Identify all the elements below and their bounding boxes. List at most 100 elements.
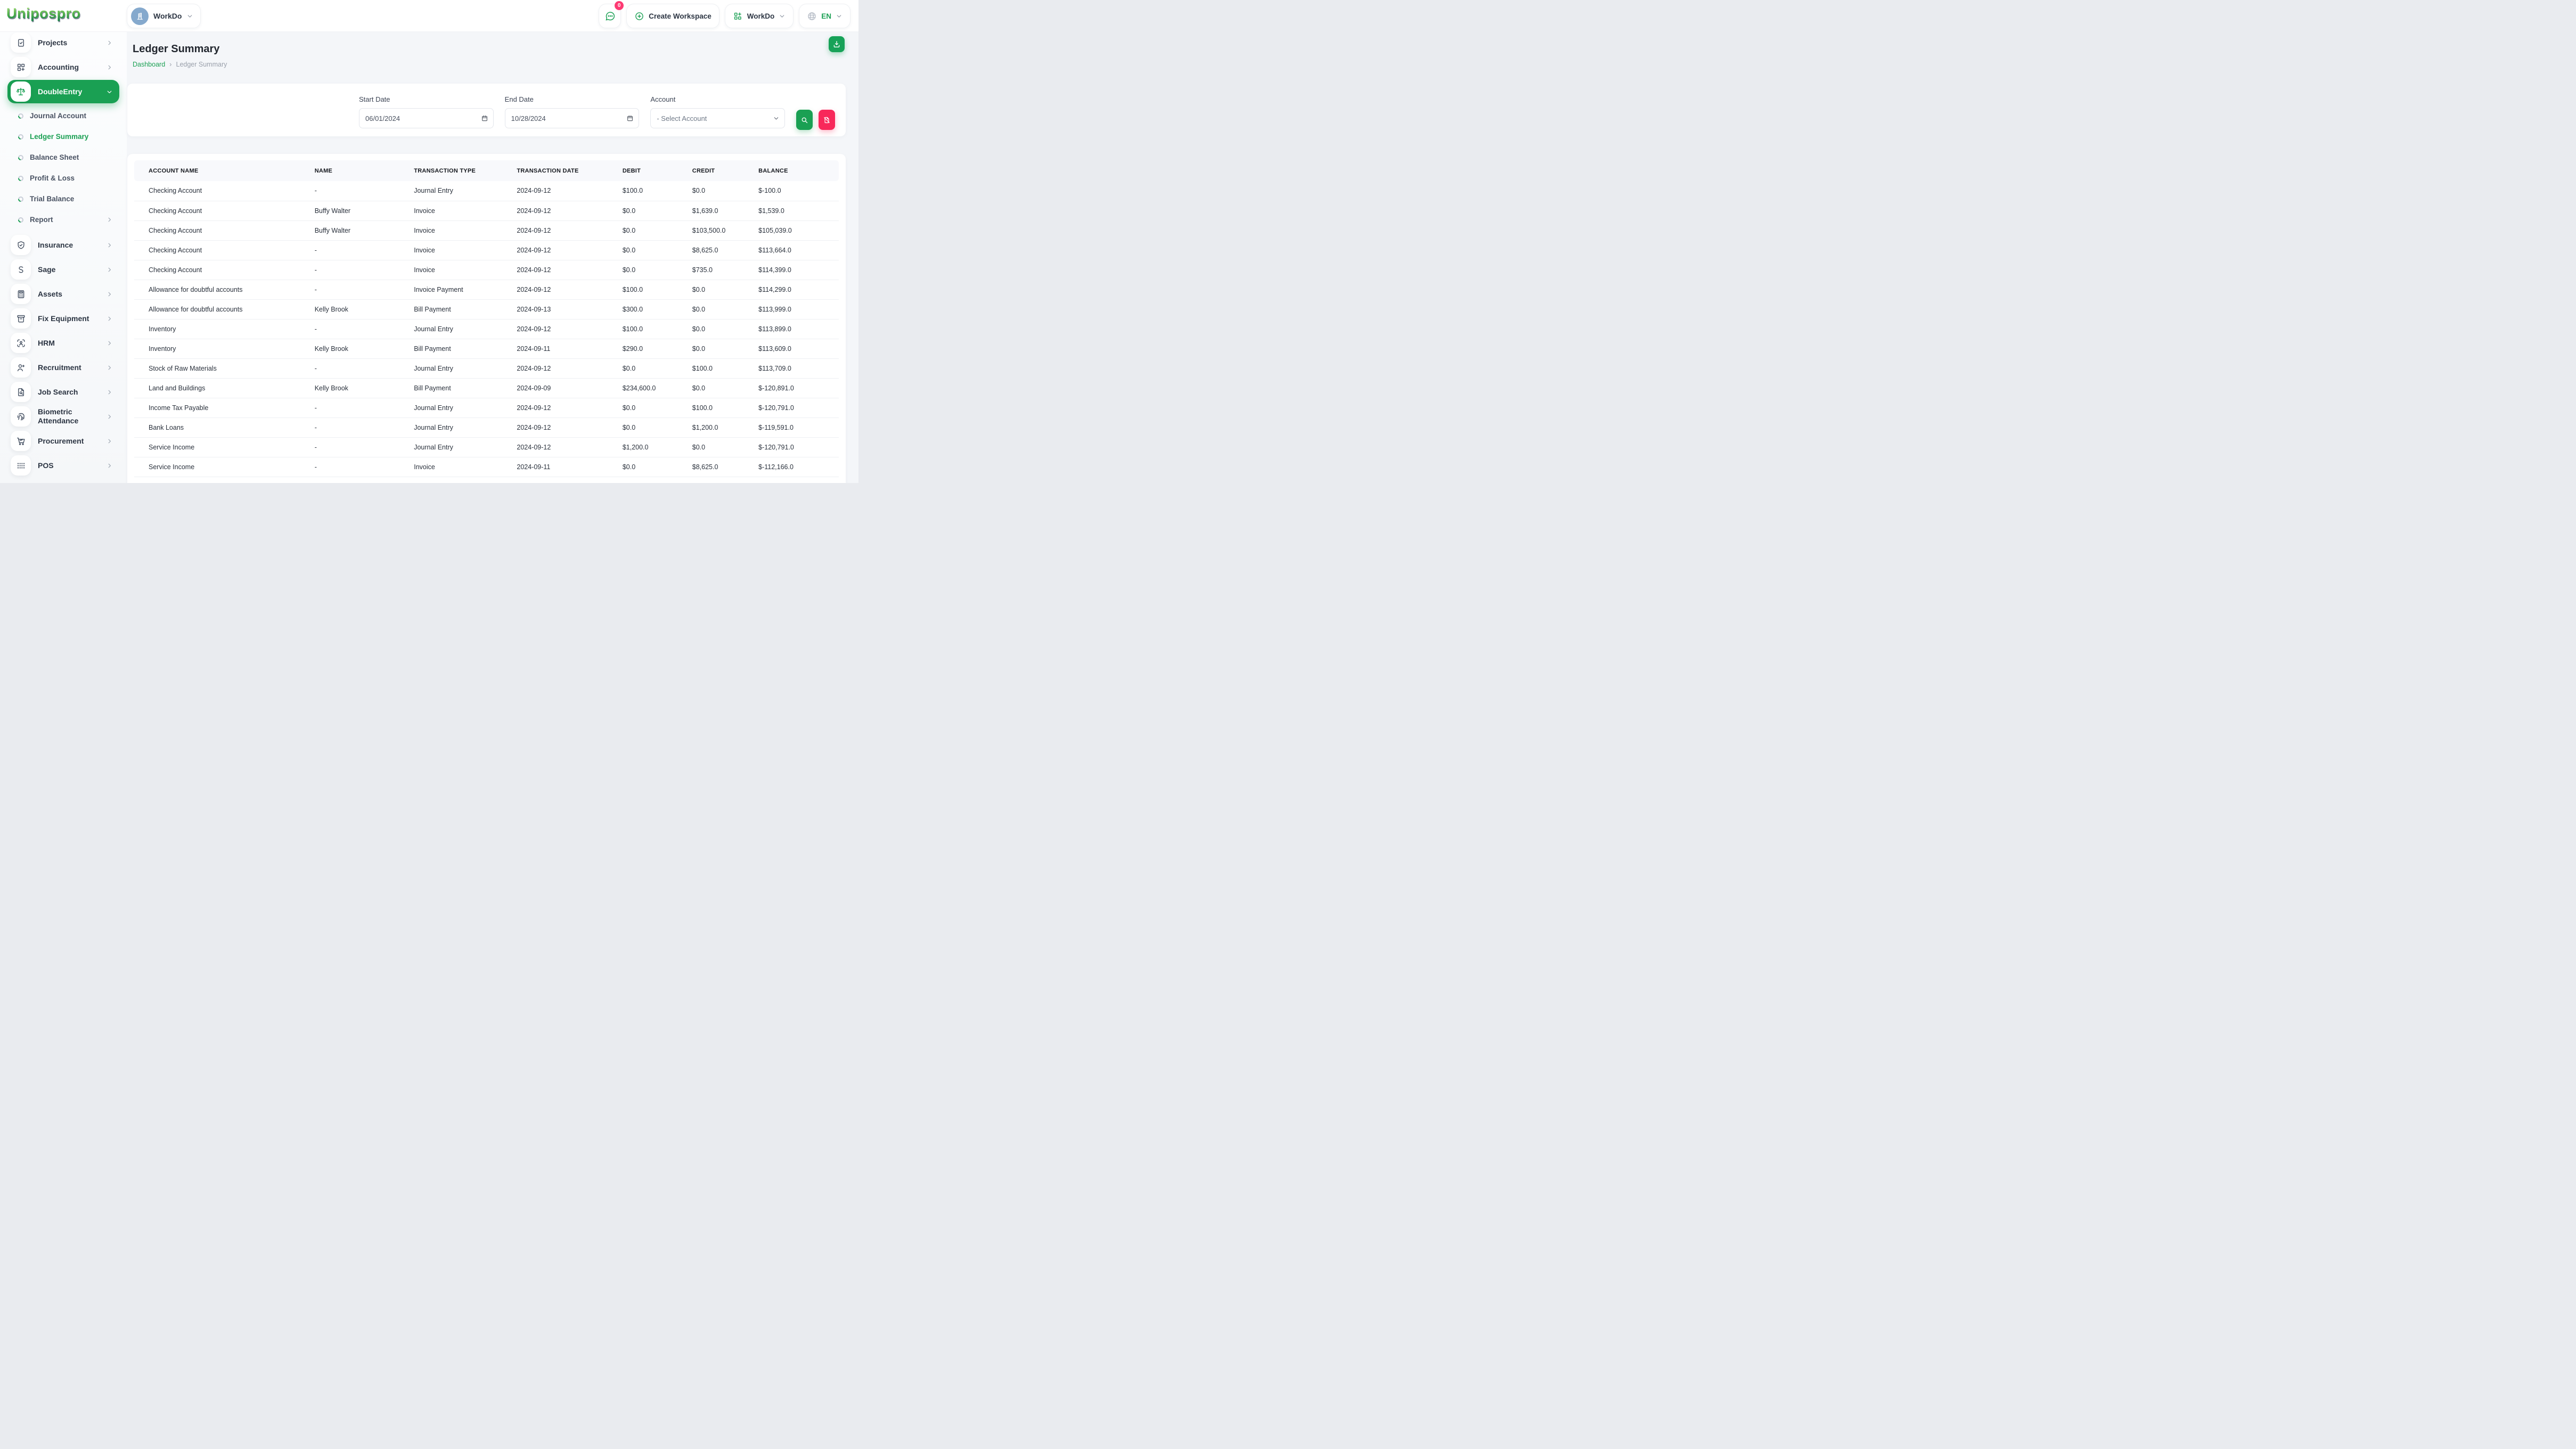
- table-cell: 2024-09-12: [517, 260, 622, 280]
- table-cell: $113,999.0: [758, 299, 839, 319]
- table-cell: $113,899.0: [758, 319, 839, 339]
- language-selector[interactable]: EN: [799, 4, 851, 28]
- sidebar-item-insurance[interactable]: Insurance: [7, 233, 119, 257]
- sidebar-item-label: HRM: [38, 339, 106, 348]
- table-cell: $113,664.0: [758, 240, 839, 260]
- table-row: Checking Account-Journal Entry2024-09-12…: [134, 181, 839, 201]
- table-row: Checking AccountBuffy WalterInvoice2024-…: [134, 201, 839, 220]
- sidebar-subitem-profit-loss[interactable]: Profit & Loss: [18, 168, 119, 189]
- sidebar-subitem-report[interactable]: Report: [18, 209, 119, 230]
- sidebar-item-label: DoubleEntry: [38, 87, 106, 96]
- table-cell: $0.0: [623, 457, 692, 477]
- user-scan-icon: [11, 333, 31, 353]
- table-cell: Bill Payment: [414, 339, 517, 358]
- sidebar-subitem-label: Balance Sheet: [30, 153, 119, 161]
- sidebar-subitem-balance-sheet[interactable]: Balance Sheet: [18, 147, 119, 168]
- messages-button[interactable]: 0: [599, 4, 621, 28]
- table-cell: 2024-09-12: [517, 437, 622, 457]
- chat-badge: 0: [615, 1, 624, 10]
- sidebar-item-pos[interactable]: POS: [7, 454, 119, 477]
- table-cell: $-120,791.0: [758, 437, 839, 457]
- bullet-icon: [18, 217, 23, 223]
- table-cell: 2024-09-12: [517, 201, 622, 220]
- sidebar-subitem-trial-balance[interactable]: Trial Balance: [18, 189, 119, 209]
- sidebar-item-biometric-attendance[interactable]: Biometric Attendance: [7, 405, 119, 428]
- end-date-input[interactable]: 10/28/2024: [505, 108, 640, 128]
- workspace-switcher[interactable]: WorkDo: [725, 4, 794, 28]
- sidebar-subitem-ledger-summary[interactable]: Ledger Summary: [18, 126, 119, 147]
- download-button[interactable]: [829, 36, 845, 52]
- table-cell: 2024-09-12: [517, 398, 622, 417]
- account-label: Account: [650, 95, 785, 103]
- chevron-right-icon: [106, 266, 113, 273]
- chevron-down-icon: [773, 115, 780, 122]
- archive-icon: [11, 308, 31, 329]
- column-header-credit: CREDIT: [692, 160, 758, 181]
- create-workspace-button[interactable]: Create Workspace: [626, 4, 719, 28]
- sidebar-item-label: Fix Equipment: [38, 314, 106, 323]
- sidebar-item-fix-equipment[interactable]: Fix Equipment: [7, 307, 119, 330]
- reset-filter-button[interactable]: [819, 110, 835, 130]
- table-cell: 2024-09-12: [517, 280, 622, 299]
- sidebar-item-label: Projects: [38, 38, 106, 47]
- table-cell: $113,709.0: [758, 358, 839, 378]
- table-header-row: ACCOUNT NAMENAMETRANSACTION TYPETRANSACT…: [134, 160, 839, 181]
- table-cell: 2024-09-11: [517, 457, 622, 477]
- page-title: Ledger Summary: [133, 43, 846, 55]
- bullet-icon: [18, 155, 23, 160]
- sidebar-subitem-journal-account[interactable]: Journal Account: [18, 105, 119, 126]
- sidebar-item-job-search[interactable]: Job Search: [7, 380, 119, 404]
- sidebar-item-accounting[interactable]: Accounting: [7, 55, 119, 79]
- topbar: Unipospro WorkDo 0 Create Workspace Work…: [0, 0, 858, 32]
- table-cell: $0.0: [692, 181, 758, 201]
- apply-filter-button[interactable]: [796, 110, 813, 130]
- table-cell: $234,600.0: [623, 378, 692, 398]
- sidebar-item-sage[interactable]: Sage: [7, 258, 119, 281]
- sidebar-nav: Projects Accounting DoubleEntry Journal Acc…: [0, 32, 127, 477]
- table-cell: $-120,791.0: [758, 398, 839, 417]
- sidebar-item-assets[interactable]: Assets: [7, 282, 119, 306]
- language-label: EN: [821, 12, 831, 20]
- sage-s-icon: [11, 259, 31, 280]
- workspace-chip[interactable]: WorkDo: [127, 4, 201, 28]
- calendar-icon[interactable]: [626, 114, 634, 122]
- grid-plus-icon: [733, 11, 743, 21]
- table-cell: Journal Entry: [414, 437, 517, 457]
- sidebar-item-projects[interactable]: Projects: [7, 32, 119, 54]
- calendar-icon[interactable]: [481, 114, 488, 122]
- table-cell: $0.0: [692, 339, 758, 358]
- breadcrumb-dashboard-link[interactable]: Dashboard: [133, 61, 165, 68]
- table-cell: -: [315, 457, 414, 477]
- table-cell: Invoice Payment: [414, 280, 517, 299]
- table-cell: Checking Account: [134, 260, 315, 280]
- chevron-right-icon: [106, 315, 113, 322]
- table-cell: $100.0: [623, 280, 692, 299]
- sidebar-item-procurement[interactable]: Procurement: [7, 429, 119, 453]
- sidebar-subitem-label: Trial Balance: [30, 195, 119, 203]
- table-cell: 2024-09-12: [517, 358, 622, 378]
- account-select-value: - Select Account: [657, 114, 707, 122]
- table-cell: $0.0: [692, 437, 758, 457]
- user-plus-icon: [11, 357, 31, 378]
- table-cell: Invoice: [414, 220, 517, 240]
- table-cell: Journal Entry: [414, 398, 517, 417]
- chevron-right-icon: [106, 64, 113, 71]
- ledger-table: ACCOUNT NAMENAMETRANSACTION TYPETRANSACT…: [134, 160, 839, 477]
- table-cell: Kelly Brook: [315, 378, 414, 398]
- account-select[interactable]: - Select Account: [650, 108, 785, 128]
- table-cell: Invoice: [414, 201, 517, 220]
- end-date-field: End Date 10/28/2024: [505, 95, 640, 128]
- sidebar-item-hrm[interactable]: HRM: [7, 331, 119, 355]
- ledger-table-card: ACCOUNT NAMENAMETRANSACTION TYPETRANSACT…: [127, 154, 846, 483]
- sidebar-item-recruitment[interactable]: Recruitment: [7, 356, 119, 379]
- table-cell: -: [315, 240, 414, 260]
- table-cell: Service Income: [134, 457, 315, 477]
- create-workspace-label: Create Workspace: [649, 12, 712, 20]
- table-cell: 2024-09-13: [517, 299, 622, 319]
- column-header-debit: DEBIT: [623, 160, 692, 181]
- table-cell: Journal Entry: [414, 358, 517, 378]
- start-date-input[interactable]: 06/01/2024: [359, 108, 494, 128]
- sidebar-item-label: Job Search: [38, 388, 106, 397]
- sidebar-item-doubleentry[interactable]: DoubleEntry: [7, 80, 119, 103]
- sidebar-submenu: Journal AccountLedger Summary Balance She…: [0, 104, 127, 232]
